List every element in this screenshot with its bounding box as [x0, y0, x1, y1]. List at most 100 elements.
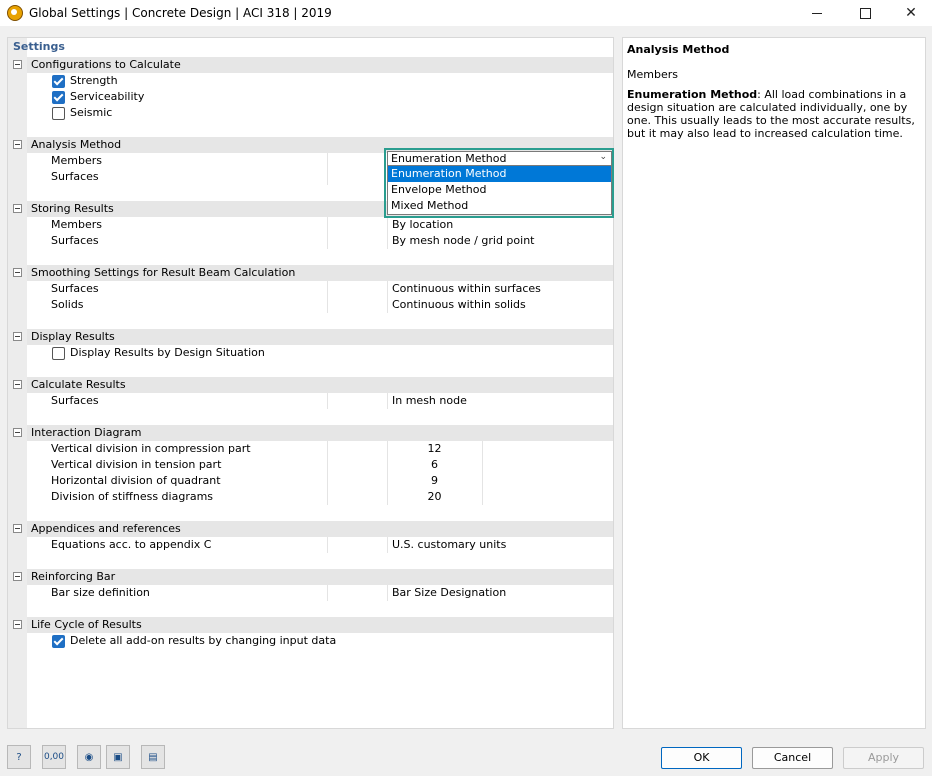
collapse-icon[interactable] — [13, 60, 22, 69]
delete-results-label: Delete all add-on results by changing in… — [70, 634, 337, 647]
settings-panel: Settings Configurations to Calculate Str… — [7, 37, 614, 729]
equations-row[interactable]: Equations acc. to appendix C U.S. custom… — [27, 537, 613, 553]
analysis-surfaces-label: Surfaces — [51, 170, 99, 183]
calculate-surfaces-row[interactable]: Surfaces In mesh node — [27, 393, 613, 409]
column-separator — [327, 297, 328, 313]
group-life-cycle[interactable]: Life Cycle of Results — [27, 617, 613, 633]
smoothing-solids-value[interactable]: Continuous within solids — [392, 298, 526, 311]
column-separator — [482, 441, 483, 457]
column-separator — [327, 457, 328, 473]
serviceability-row[interactable]: Serviceability — [27, 89, 613, 105]
column-separator — [327, 441, 328, 457]
info-subtitle: Members — [627, 68, 678, 81]
app-icon — [7, 5, 23, 21]
dropdown-option-enumeration[interactable]: Enumeration Method — [388, 166, 611, 182]
collapse-icon[interactable] — [13, 140, 22, 149]
close-button[interactable]: ✕ — [888, 0, 932, 26]
storing-members-row[interactable]: Members By location — [27, 217, 613, 233]
group-label: Reinforcing Bar — [31, 570, 116, 583]
column-separator — [327, 153, 328, 169]
ok-button[interactable]: OK — [661, 747, 742, 769]
library-icon[interactable]: ▤ — [141, 745, 165, 769]
dropdown-selected-value: Enumeration Method — [391, 152, 507, 165]
display-by-ds-checkbox[interactable] — [52, 347, 65, 360]
storing-members-value[interactable]: By location — [392, 218, 453, 231]
group-reinforcing-bar[interactable]: Reinforcing Bar — [27, 569, 613, 585]
group-calculate-results[interactable]: Calculate Results — [27, 377, 613, 393]
strength-checkbox[interactable] — [52, 75, 65, 88]
group-appendices[interactable]: Appendices and references — [27, 521, 613, 537]
info-description: Enumeration Method: All load combination… — [627, 88, 921, 140]
group-label: Life Cycle of Results — [31, 618, 142, 631]
close-icon: ✕ — [905, 5, 917, 21]
horizontal-quadrant-value[interactable]: 9 — [387, 474, 482, 487]
vertical-tension-value[interactable]: 6 — [387, 458, 482, 471]
maximize-button[interactable] — [842, 0, 888, 26]
cancel-button[interactable]: Cancel — [752, 747, 833, 769]
vertical-compression-row[interactable]: Vertical division in compression part 12 — [27, 441, 613, 457]
group-smoothing-settings[interactable]: Smoothing Settings for Result Beam Calcu… — [27, 265, 613, 281]
dropdown-option-mixed[interactable]: Mixed Method — [388, 198, 611, 214]
display-by-ds-row[interactable]: Display Results by Design Situation — [27, 345, 613, 361]
vertical-tension-row[interactable]: Vertical division in tension part 6 — [27, 457, 613, 473]
settings-header: Settings — [13, 40, 65, 53]
storing-surfaces-value[interactable]: By mesh node / grid point — [392, 234, 534, 247]
collapse-icon[interactable] — [13, 524, 22, 533]
view-icon[interactable]: ◉ — [77, 745, 101, 769]
vertical-compression-value[interactable]: 12 — [387, 442, 482, 455]
smoothing-surfaces-row[interactable]: Surfaces Continuous within surfaces — [27, 281, 613, 297]
collapse-icon[interactable] — [13, 204, 22, 213]
calculate-surfaces-value[interactable]: In mesh node — [392, 394, 467, 407]
info-title: Analysis Method — [627, 43, 730, 56]
strength-row[interactable]: Strength — [27, 73, 613, 89]
column-separator — [327, 473, 328, 489]
chevron-down-icon: ⌄ — [599, 152, 607, 162]
analysis-members-label: Members — [51, 154, 102, 167]
column-separator — [387, 217, 388, 233]
option-label: Envelope Method — [391, 183, 487, 196]
column-separator — [482, 473, 483, 489]
delete-results-checkbox[interactable] — [52, 635, 65, 648]
collapse-icon[interactable] — [13, 268, 22, 277]
column-separator — [387, 281, 388, 297]
stiffness-division-value[interactable]: 20 — [387, 490, 482, 503]
option-label: Mixed Method — [391, 199, 469, 212]
collapse-icon[interactable] — [13, 332, 22, 341]
group-configurations[interactable]: Configurations to Calculate — [27, 57, 613, 73]
apply-button[interactable]: Apply — [843, 747, 924, 769]
serviceability-checkbox[interactable] — [52, 91, 65, 104]
minimize-button[interactable] — [794, 0, 840, 26]
units-icon-label: 0,00 — [43, 752, 65, 762]
collapse-icon[interactable] — [13, 620, 22, 629]
seismic-checkbox[interactable] — [52, 107, 65, 120]
group-display-results[interactable]: Display Results — [27, 329, 613, 345]
collapse-icon[interactable] — [13, 380, 22, 389]
collapse-icon[interactable] — [13, 428, 22, 437]
equations-value[interactable]: U.S. customary units — [392, 538, 506, 551]
stiffness-division-row[interactable]: Division of stiffness diagrams 20 — [27, 489, 613, 505]
units-icon[interactable]: 0,00 — [42, 745, 66, 769]
storing-surfaces-row[interactable]: Surfaces By mesh node / grid point — [27, 233, 613, 249]
column-separator — [327, 489, 328, 505]
dropdown-option-envelope[interactable]: Envelope Method — [388, 182, 611, 198]
group-interaction-diagram[interactable]: Interaction Diagram — [27, 425, 613, 441]
save-icon[interactable]: ▣ — [106, 745, 130, 769]
column-separator — [327, 537, 328, 553]
storing-surfaces-label: Surfaces — [51, 234, 99, 247]
vertical-compression-label: Vertical division in compression part — [51, 442, 251, 455]
column-separator — [482, 489, 483, 505]
help-icon[interactable]: ? — [7, 745, 31, 769]
smoothing-surfaces-value[interactable]: Continuous within surfaces — [392, 282, 541, 295]
delete-results-row[interactable]: Delete all add-on results by changing in… — [27, 633, 613, 649]
column-separator — [387, 233, 388, 249]
seismic-row[interactable]: Seismic — [27, 105, 613, 121]
group-label: Display Results — [31, 330, 115, 343]
bar-size-value[interactable]: Bar Size Designation — [392, 586, 506, 599]
group-label: Configurations to Calculate — [31, 58, 181, 71]
column-separator — [387, 297, 388, 313]
smoothing-solids-row[interactable]: Solids Continuous within solids — [27, 297, 613, 313]
bar-size-row[interactable]: Bar size definition Bar Size Designation — [27, 585, 613, 601]
collapse-icon[interactable] — [13, 572, 22, 581]
group-label: Calculate Results — [31, 378, 126, 391]
horizontal-quadrant-row[interactable]: Horizontal division of quadrant 9 — [27, 473, 613, 489]
